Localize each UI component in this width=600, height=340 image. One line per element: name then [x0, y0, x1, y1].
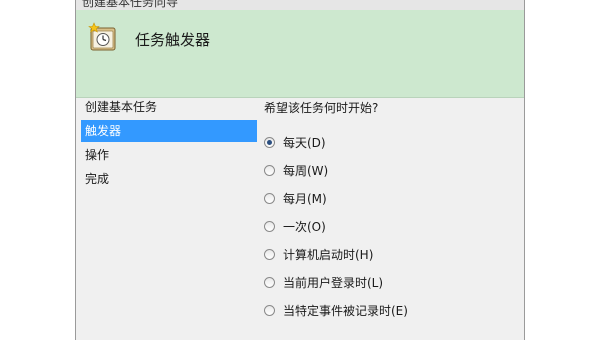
radio-button[interactable] — [264, 192, 275, 204]
radio-label[interactable]: 当前用户登录时(L) — [283, 274, 383, 291]
step-trigger[interactable]: 触发器 — [81, 120, 257, 142]
radio-weekly[interactable]: 每周(W) — [264, 156, 519, 184]
wizard-header: 任务触发器 — [76, 10, 524, 98]
wizard-window: 创建基本任务向导 任务触发器 创建基本任务 触发器 操作 完成 希望该任务何时开… — [75, 0, 525, 340]
radio-label[interactable]: 计算机启动时(H) — [283, 246, 373, 263]
radio-label[interactable]: 一次(O) — [283, 218, 326, 235]
radio-button[interactable] — [264, 220, 275, 232]
radio-label[interactable]: 当特定事件被记录时(E) — [283, 302, 408, 319]
radio-label[interactable]: 每月(M) — [283, 190, 327, 207]
step-finish[interactable]: 完成 — [81, 168, 257, 190]
radio-label[interactable]: 每天(D) — [283, 134, 326, 151]
window-title: 创建基本任务向导 — [82, 0, 179, 9]
task-scheduler-clock-icon — [88, 22, 118, 52]
radio-button[interactable] — [264, 304, 275, 316]
radio-monthly[interactable]: 每月(M) — [264, 184, 519, 212]
radio-user-logon[interactable]: 当前用户登录时(L) — [264, 268, 519, 296]
wizard-steps-list: 创建基本任务 触发器 操作 完成 — [81, 96, 257, 192]
radio-button-checked[interactable] — [264, 136, 275, 148]
radio-label[interactable]: 每周(W) — [283, 162, 328, 179]
trigger-options-panel: 希望该任务何时开始? 每天(D) 每周(W) 每月(M) 一次(O) 计算机启动… — [264, 100, 519, 324]
trigger-question: 希望该任务何时开始? — [264, 101, 379, 115]
radio-computer-start[interactable]: 计算机启动时(H) — [264, 240, 519, 268]
radio-button[interactable] — [264, 276, 275, 288]
radio-daily[interactable]: 每天(D) — [264, 128, 519, 156]
step-create-basic-task[interactable]: 创建基本任务 — [81, 96, 257, 118]
radio-event-logged[interactable]: 当特定事件被记录时(E) — [264, 296, 519, 324]
step-action[interactable]: 操作 — [81, 144, 257, 166]
radio-one-time[interactable]: 一次(O) — [264, 212, 519, 240]
page-title: 任务触发器 — [135, 31, 211, 49]
radio-button[interactable] — [264, 164, 275, 176]
radio-button[interactable] — [264, 248, 275, 260]
